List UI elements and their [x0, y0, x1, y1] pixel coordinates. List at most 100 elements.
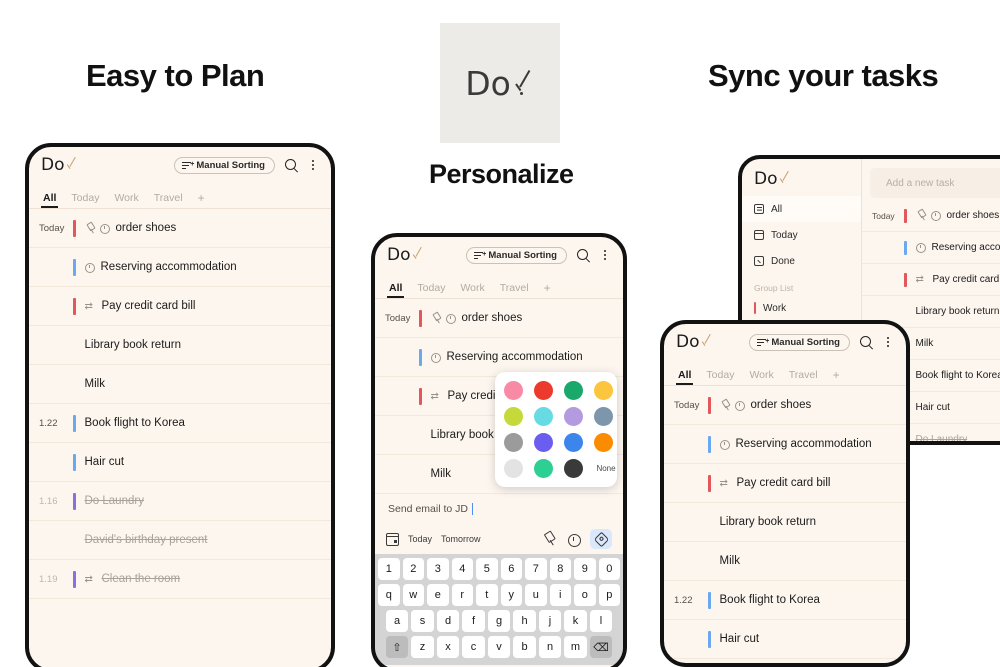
key-backspace[interactable]: ⌫ — [589, 636, 613, 658]
task-row[interactable]: 1.16Do Laundry — [664, 659, 906, 663]
color-swatch[interactable] — [564, 433, 583, 452]
color-swatch[interactable] — [504, 459, 523, 478]
key-f[interactable]: f — [462, 610, 485, 632]
key-g[interactable]: g — [487, 610, 511, 632]
add-task-input[interactable]: Add a new task — [870, 168, 1000, 198]
tab-all[interactable]: All — [40, 192, 59, 208]
color-swatch[interactable] — [594, 381, 613, 400]
color-picker-popover[interactable]: None — [495, 372, 617, 487]
tab-today[interactable]: Today — [706, 369, 734, 385]
color-swatch[interactable] — [504, 433, 523, 452]
key-5[interactable]: 5 — [476, 558, 498, 580]
color-swatch[interactable] — [534, 433, 553, 452]
key-0[interactable]: 0 — [598, 558, 620, 580]
task-row[interactable]: 1.16Do Laundry — [29, 482, 331, 521]
add-tab-button[interactable]: + — [544, 281, 551, 298]
color-swatch[interactable] — [534, 381, 553, 400]
tab-work[interactable]: Work — [460, 282, 484, 298]
tab-today[interactable]: Today — [71, 192, 99, 208]
key-u[interactable]: u — [525, 584, 547, 606]
task-row[interactable]: David's birthday present — [29, 521, 331, 560]
task-row[interactable]: 1.22 Book flight to Korea — [29, 404, 331, 443]
key-7[interactable]: 7 — [525, 558, 547, 580]
task-row[interactable]: 1.19 ⇄ Clean the room — [29, 560, 331, 599]
key-p[interactable]: p — [598, 584, 620, 606]
alarm-icon[interactable] — [566, 532, 581, 547]
key-e[interactable]: e — [427, 584, 449, 606]
task-row[interactable]: Today order shoes — [862, 200, 1000, 232]
tab-all[interactable]: All — [386, 282, 405, 298]
key-1[interactable]: 1 — [378, 558, 400, 580]
task-row[interactable]: Reserving accommodation — [664, 425, 906, 464]
key-l[interactable]: l — [589, 610, 613, 632]
tab-all[interactable]: All — [675, 369, 694, 385]
tab-travel[interactable]: Travel — [154, 192, 183, 208]
key-z[interactable]: z — [411, 636, 434, 658]
key-n[interactable]: n — [538, 636, 562, 658]
search-icon[interactable] — [284, 158, 299, 173]
key-6[interactable]: 6 — [500, 558, 522, 580]
task-row[interactable]: Library book return — [29, 326, 331, 365]
task-row[interactable]: 1.22 Book flight to Korea — [664, 581, 906, 620]
key-r[interactable]: r — [451, 584, 473, 606]
sort-button[interactable]: + Manual Sorting — [749, 333, 850, 351]
color-swatch-none[interactable]: None — [594, 459, 618, 478]
key-y[interactable]: y — [500, 584, 522, 606]
key-k[interactable]: k — [564, 610, 587, 632]
color-swatch[interactable] — [594, 407, 613, 426]
key-h[interactable]: h — [513, 610, 536, 632]
sort-button[interactable]: + Manual Sorting — [466, 246, 567, 264]
key-m[interactable]: m — [564, 636, 587, 658]
task-row[interactable]: ⇄ Pay credit card bill — [664, 464, 906, 503]
color-swatch[interactable] — [564, 459, 583, 478]
overflow-menu-icon[interactable] — [599, 248, 611, 263]
tab-today[interactable]: Today — [417, 282, 445, 298]
key-i[interactable]: i — [549, 584, 571, 606]
key-j[interactable]: j — [538, 610, 562, 632]
overflow-menu-icon[interactable] — [882, 335, 894, 350]
color-swatch[interactable] — [564, 381, 583, 400]
key-x[interactable]: x — [436, 636, 460, 658]
key-3[interactable]: 3 — [427, 558, 449, 580]
sort-button[interactable]: + Manual Sorting — [174, 156, 275, 174]
task-row[interactable]: Reserving accommodation — [862, 232, 1000, 264]
key-v[interactable]: v — [487, 636, 511, 658]
task-row[interactable]: Hair cut — [664, 620, 906, 659]
tab-work[interactable]: Work — [749, 369, 773, 385]
tab-travel[interactable]: Travel — [789, 369, 818, 385]
color-swatch[interactable] — [534, 407, 553, 426]
task-row[interactable]: Today order shoes — [375, 299, 623, 338]
color-swatch[interactable] — [504, 381, 523, 400]
color-swatch[interactable] — [594, 433, 613, 452]
key-4[interactable]: 4 — [451, 558, 473, 580]
task-row[interactable]: Hair cut — [29, 443, 331, 482]
chip-tomorrow[interactable]: Tomorrow — [441, 534, 481, 544]
key-q[interactable]: q — [378, 584, 400, 606]
overflow-menu-icon[interactable] — [307, 158, 319, 173]
key-b[interactable]: b — [513, 636, 536, 658]
task-row[interactable]: ⇄ Pay credit card bill — [29, 287, 331, 326]
add-tab-button[interactable]: + — [833, 368, 840, 385]
color-swatch[interactable] — [504, 407, 523, 426]
key-9[interactable]: 9 — [574, 558, 596, 580]
task-row[interactable]: ⇄ Pay credit card bill — [862, 264, 1000, 296]
task-row[interactable]: Today order shoes — [664, 386, 906, 425]
task-row[interactable]: Milk — [664, 542, 906, 581]
calendar-icon[interactable] — [385, 532, 400, 546]
tag-icon[interactable] — [590, 529, 612, 549]
key-t[interactable]: t — [476, 584, 498, 606]
virtual-keyboard[interactable]: 1234567890 qwertyuiop asdfghjkl ⇧ z x c v b n m… — [375, 554, 623, 665]
tab-work[interactable]: Work — [114, 192, 138, 208]
key-8[interactable]: 8 — [549, 558, 571, 580]
color-swatch[interactable] — [564, 407, 583, 426]
sidebar-group-work[interactable]: Work — [742, 296, 861, 320]
search-icon[interactable] — [576, 248, 591, 263]
sidebar-item-today[interactable]: Today — [742, 222, 861, 248]
key-c[interactable]: c — [462, 636, 485, 658]
pin-icon[interactable] — [540, 529, 559, 548]
key-w[interactable]: w — [402, 584, 424, 606]
task-row[interactable]: Reserving accommodation — [29, 248, 331, 287]
sidebar-item-all[interactable]: All — [742, 196, 861, 222]
task-row[interactable]: Library book return — [664, 503, 906, 542]
sidebar-item-done[interactable]: Done — [742, 248, 861, 274]
